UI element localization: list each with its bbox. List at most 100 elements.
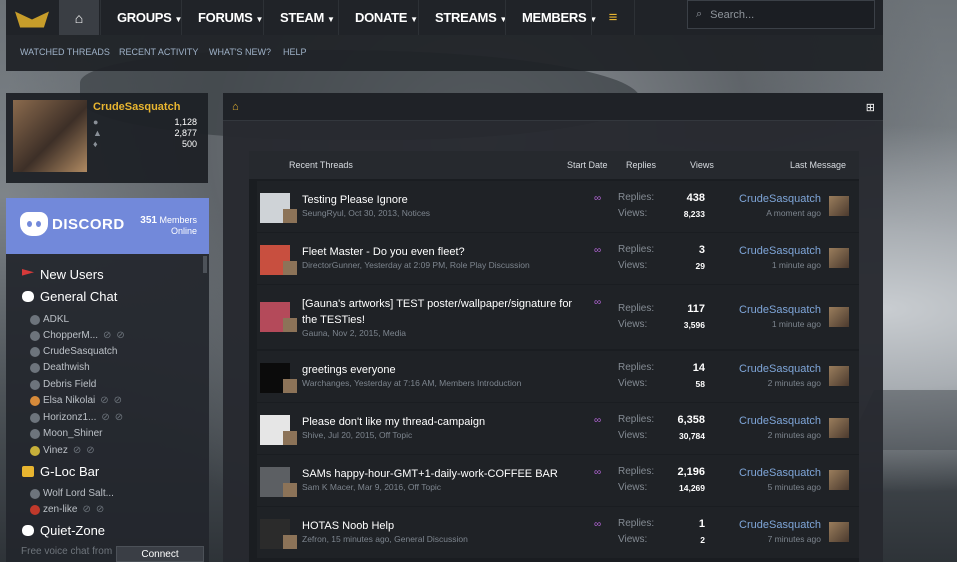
col-title[interactable]: Recent Threads <box>289 160 353 170</box>
discord-title: DISCORD <box>52 216 125 233</box>
nav-forums[interactable]: FORUMS ▼ <box>181 0 264 35</box>
chevron-down-icon: ▼ <box>255 15 264 24</box>
table-row[interactable]: greetings everyone Warchanges, Yesterday… <box>257 351 859 402</box>
last-poster-avatar[interactable] <box>829 248 849 268</box>
last-poster-link[interactable]: CrudeSasquatch <box>739 363 821 375</box>
avatar[interactable] <box>13 100 87 172</box>
last-message-time[interactable]: 2 minutes ago <box>768 430 821 440</box>
thread-title[interactable]: SAMs happy-hour-GMT+1-daily-work-COFFEE … <box>302 466 587 482</box>
watch-icon[interactable]: ∞ <box>594 297 601 308</box>
channel-new-users[interactable]: New Users <box>22 267 104 282</box>
watch-icon[interactable]: ∞ <box>594 467 601 478</box>
replies-label: Replies: <box>618 518 655 529</box>
voice-member[interactable]: Elsa Nikolai ⊘ ⊘ <box>30 395 122 406</box>
voice-member[interactable]: Moon_Shiner <box>30 428 102 439</box>
nav-donate[interactable]: DONATE ▼ <box>338 0 418 35</box>
hamburger-icon: ≡ <box>608 9 618 26</box>
channel-quiet-zone[interactable]: Quiet-Zone <box>22 523 105 538</box>
voice-member[interactable]: zen-like ⊘ ⊘ <box>30 504 104 515</box>
col-start-date[interactable]: Start Date <box>567 160 608 170</box>
last-poster-mini-avatar <box>283 209 297 223</box>
site-logo[interactable] <box>6 0 58 35</box>
search-input[interactable]: ⌕ Search... <box>687 0 875 29</box>
last-poster-link[interactable]: CrudeSasquatch <box>739 415 821 427</box>
voice-member[interactable]: Vinez ⊘ ⊘ <box>30 445 95 456</box>
main-nav-row: ⌂ GROUPS ▼ FORUMS ▼ STEAM ▼ DONATE ▼ STREAMS… <box>6 0 883 35</box>
last-message-time[interactable]: 2 minutes ago <box>768 378 821 388</box>
sublink-help[interactable]: HELP <box>283 47 307 57</box>
chat-icon <box>22 525 34 536</box>
last-poster-link[interactable]: CrudeSasquatch <box>739 304 821 316</box>
last-poster-avatar[interactable] <box>829 196 849 216</box>
table-row[interactable]: Please don't like my thread-campaign Shi… <box>257 403 859 454</box>
voice-member[interactable]: ChopperM... ⊘ ⊘ <box>30 330 125 341</box>
home-icon[interactable]: ⌂ <box>232 101 239 113</box>
discord-header[interactable]: DISCORD 351 Members Online <box>6 198 209 254</box>
table-row[interactable]: [Gauna's artworks] TEST poster/wallpaper… <box>257 285 859 349</box>
table-row[interactable]: HOTAS Noob Help Zefron, 15 minutes ago, … <box>257 507 859 558</box>
last-message-time[interactable]: A moment ago <box>766 208 821 218</box>
connect-button[interactable]: Connect <box>116 546 204 562</box>
chevron-down-icon: ▼ <box>410 15 418 24</box>
nav-streams[interactable]: STREAMS ▼ <box>418 0 507 35</box>
last-poster-avatar[interactable] <box>829 307 849 327</box>
last-poster-avatar[interactable] <box>829 366 849 386</box>
last-poster-link[interactable]: CrudeSasquatch <box>739 467 821 479</box>
voice-member[interactable]: Debris Field <box>30 379 96 390</box>
last-poster-link[interactable]: CrudeSasquatch <box>739 519 821 531</box>
last-poster-link[interactable]: CrudeSasquatch <box>739 193 821 205</box>
voice-member[interactable]: Horizonz1... ⊘ ⊘ <box>30 412 123 423</box>
last-poster-avatar[interactable] <box>829 470 849 490</box>
voice-member[interactable]: Wolf Lord Salt... <box>30 488 114 499</box>
thread-title[interactable]: Please don't like my thread-campaign <box>302 414 587 430</box>
col-replies[interactable]: Replies <box>626 160 656 170</box>
nav-members[interactable]: MEMBERS ▼ <box>505 0 597 35</box>
last-message-time[interactable]: 5 minutes ago <box>768 482 821 492</box>
watch-icon[interactable]: ∞ <box>594 519 601 530</box>
nav-home-button[interactable]: ⌂ <box>59 0 99 35</box>
replies-count: 14 <box>692 362 705 374</box>
voice-member[interactable]: Deathwish <box>30 362 90 373</box>
table-row[interactable]: Fleet Master - Do you even fleet? Direct… <box>257 233 859 284</box>
last-message-time[interactable]: 1 minute ago <box>772 260 821 270</box>
watch-icon[interactable]: ∞ <box>594 245 601 256</box>
nav-groups[interactable]: GROUPS ▼ <box>100 0 182 35</box>
thread-title[interactable]: greetings everyone <box>302 362 587 378</box>
channel-gloc-bar[interactable]: G-Loc Bar <box>22 464 99 479</box>
table-row[interactable]: Testing Please Ignore SeungRyul, Oct 30,… <box>257 181 859 232</box>
main-panel: ⌂ ⊞ Recent Threads Start Date Replies Vi… <box>223 93 883 562</box>
channel-general-chat[interactable]: General Chat <box>22 289 117 304</box>
speech-bubble-icon: ● <box>93 117 99 127</box>
member-avatar <box>30 428 40 439</box>
username-link[interactable]: CrudeSasquatch <box>93 101 180 113</box>
last-poster-avatar[interactable] <box>829 418 849 438</box>
sitemap-icon[interactable]: ⊞ <box>866 101 875 114</box>
voice-member[interactable]: ADKL <box>30 314 69 325</box>
last-message-time[interactable]: 1 minute ago <box>772 319 821 329</box>
nav-steam[interactable]: STEAM ▼ <box>263 0 337 35</box>
last-message-time[interactable]: 7 minutes ago <box>768 534 821 544</box>
watch-icon[interactable]: ∞ <box>594 193 601 204</box>
views-label: Views: <box>618 208 648 219</box>
watch-icon[interactable]: ∞ <box>594 415 601 426</box>
nav-menu-button[interactable]: ≡ <box>591 0 635 35</box>
views-label: Views: <box>618 482 648 493</box>
sublink-watched-threads[interactable]: WATCHED THREADS <box>20 47 110 57</box>
thread-meta: Sam K Macer, Mar 9, 2016, Off Topic <box>302 482 442 492</box>
thread-title[interactable]: HOTAS Noob Help <box>302 518 587 534</box>
sublink-whats-new[interactable]: WHAT'S NEW? <box>209 47 271 57</box>
sublink-recent-activity[interactable]: RECENT ACTIVITY <box>119 47 198 57</box>
table-row[interactable]: SAMs happy-hour-GMT+1-daily-work-COFFEE … <box>257 455 859 506</box>
thread-title[interactable]: Testing Please Ignore <box>302 192 587 208</box>
thread-title[interactable]: [Gauna's artworks] TEST poster/wallpaper… <box>302 296 587 328</box>
chat-icon <box>22 291 34 302</box>
col-last-message[interactable]: Last Message <box>790 160 846 170</box>
col-views[interactable]: Views <box>690 160 714 170</box>
voice-member[interactable]: CrudeSasquatch <box>30 346 118 357</box>
discord-scrollbar[interactable] <box>203 256 207 273</box>
last-poster-link[interactable]: CrudeSasquatch <box>739 245 821 257</box>
last-poster-avatar[interactable] <box>829 522 849 542</box>
mic-muted-icon: ⊘ <box>103 330 112 341</box>
thread-title[interactable]: Fleet Master - Do you even fleet? <box>302 244 587 260</box>
replies-label: Replies: <box>618 414 655 425</box>
